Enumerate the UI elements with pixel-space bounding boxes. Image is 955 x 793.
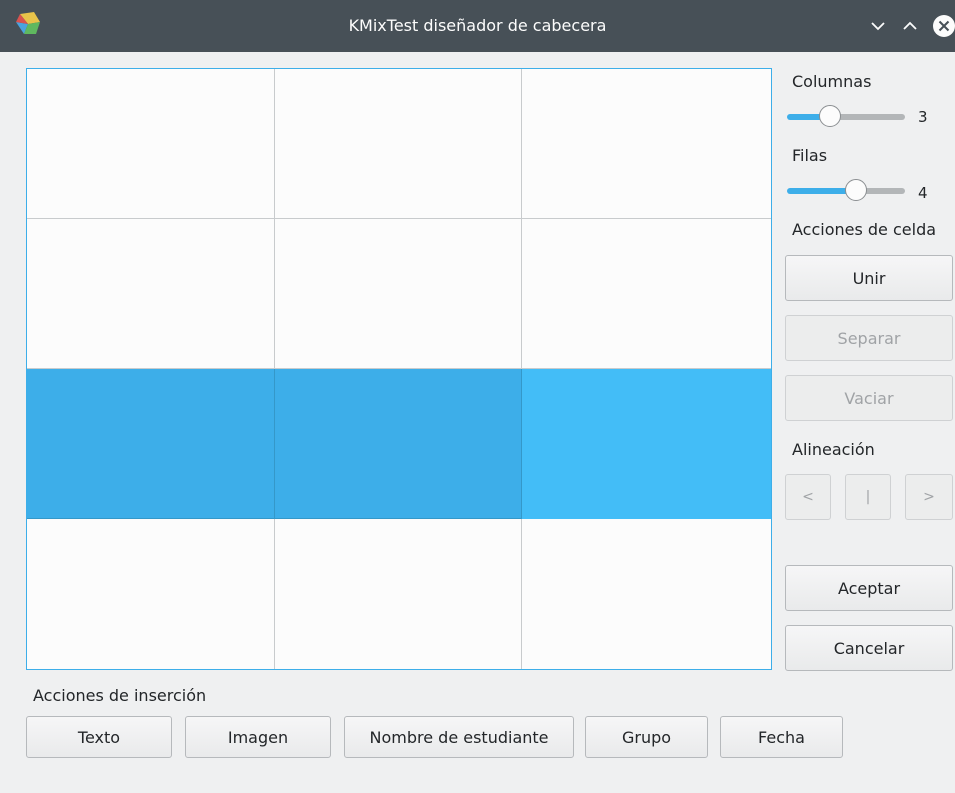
cell-actions-label: Acciones de celda (792, 220, 937, 239)
clear-button[interactable]: Vaciar (785, 375, 953, 421)
rows-slider-handle[interactable] (845, 179, 867, 201)
rows-slider[interactable] (787, 179, 905, 203)
columns-slider-track (830, 114, 905, 120)
table-cell[interactable] (522, 519, 771, 669)
rows-value: 4 (918, 184, 928, 202)
table-cell-current[interactable] (522, 369, 771, 519)
table-cell-selected[interactable] (275, 369, 522, 519)
align-center-button[interactable]: | (845, 474, 891, 520)
insert-date-button[interactable]: Fecha (720, 716, 843, 758)
table-cell-selected[interactable] (27, 369, 275, 519)
minimize-icon[interactable] (866, 14, 890, 38)
columns-slider[interactable] (787, 105, 905, 129)
columns-slider-handle[interactable] (819, 105, 841, 127)
alignment-label: Alineación (792, 440, 875, 459)
cancel-button[interactable]: Cancelar (785, 625, 953, 671)
maximize-icon[interactable] (898, 14, 922, 38)
table-cell[interactable] (275, 519, 522, 669)
table-cell[interactable] (275, 69, 522, 219)
table-cell[interactable] (27, 219, 275, 369)
insert-group-button[interactable]: Grupo (585, 716, 708, 758)
insert-actions-label: Acciones de inserción (33, 686, 207, 705)
align-left-button[interactable]: < (785, 474, 831, 520)
align-right-button[interactable]: > (905, 474, 953, 520)
title-bar: KMixTest diseñador de cabecera (0, 0, 955, 52)
insert-student-name-button[interactable]: Nombre de estudiante (344, 716, 574, 758)
window-title: KMixTest diseñador de cabecera (348, 16, 607, 35)
table-cell[interactable] (275, 219, 522, 369)
close-icon[interactable] (932, 14, 955, 38)
rows-label: Filas (792, 146, 828, 165)
insert-image-button[interactable]: Imagen (185, 716, 331, 758)
columns-label: Columnas (792, 72, 872, 91)
insert-text-button[interactable]: Texto (26, 716, 172, 758)
split-button[interactable]: Separar (785, 315, 953, 361)
table-cell[interactable] (27, 519, 275, 669)
table-cell[interactable] (522, 219, 771, 369)
table-cell[interactable] (27, 69, 275, 219)
header-layout-table[interactable] (26, 68, 772, 670)
merge-button[interactable]: Unir (785, 255, 953, 301)
table-cell[interactable] (522, 69, 771, 219)
columns-value: 3 (918, 108, 928, 126)
accept-button[interactable]: Aceptar (785, 565, 953, 611)
